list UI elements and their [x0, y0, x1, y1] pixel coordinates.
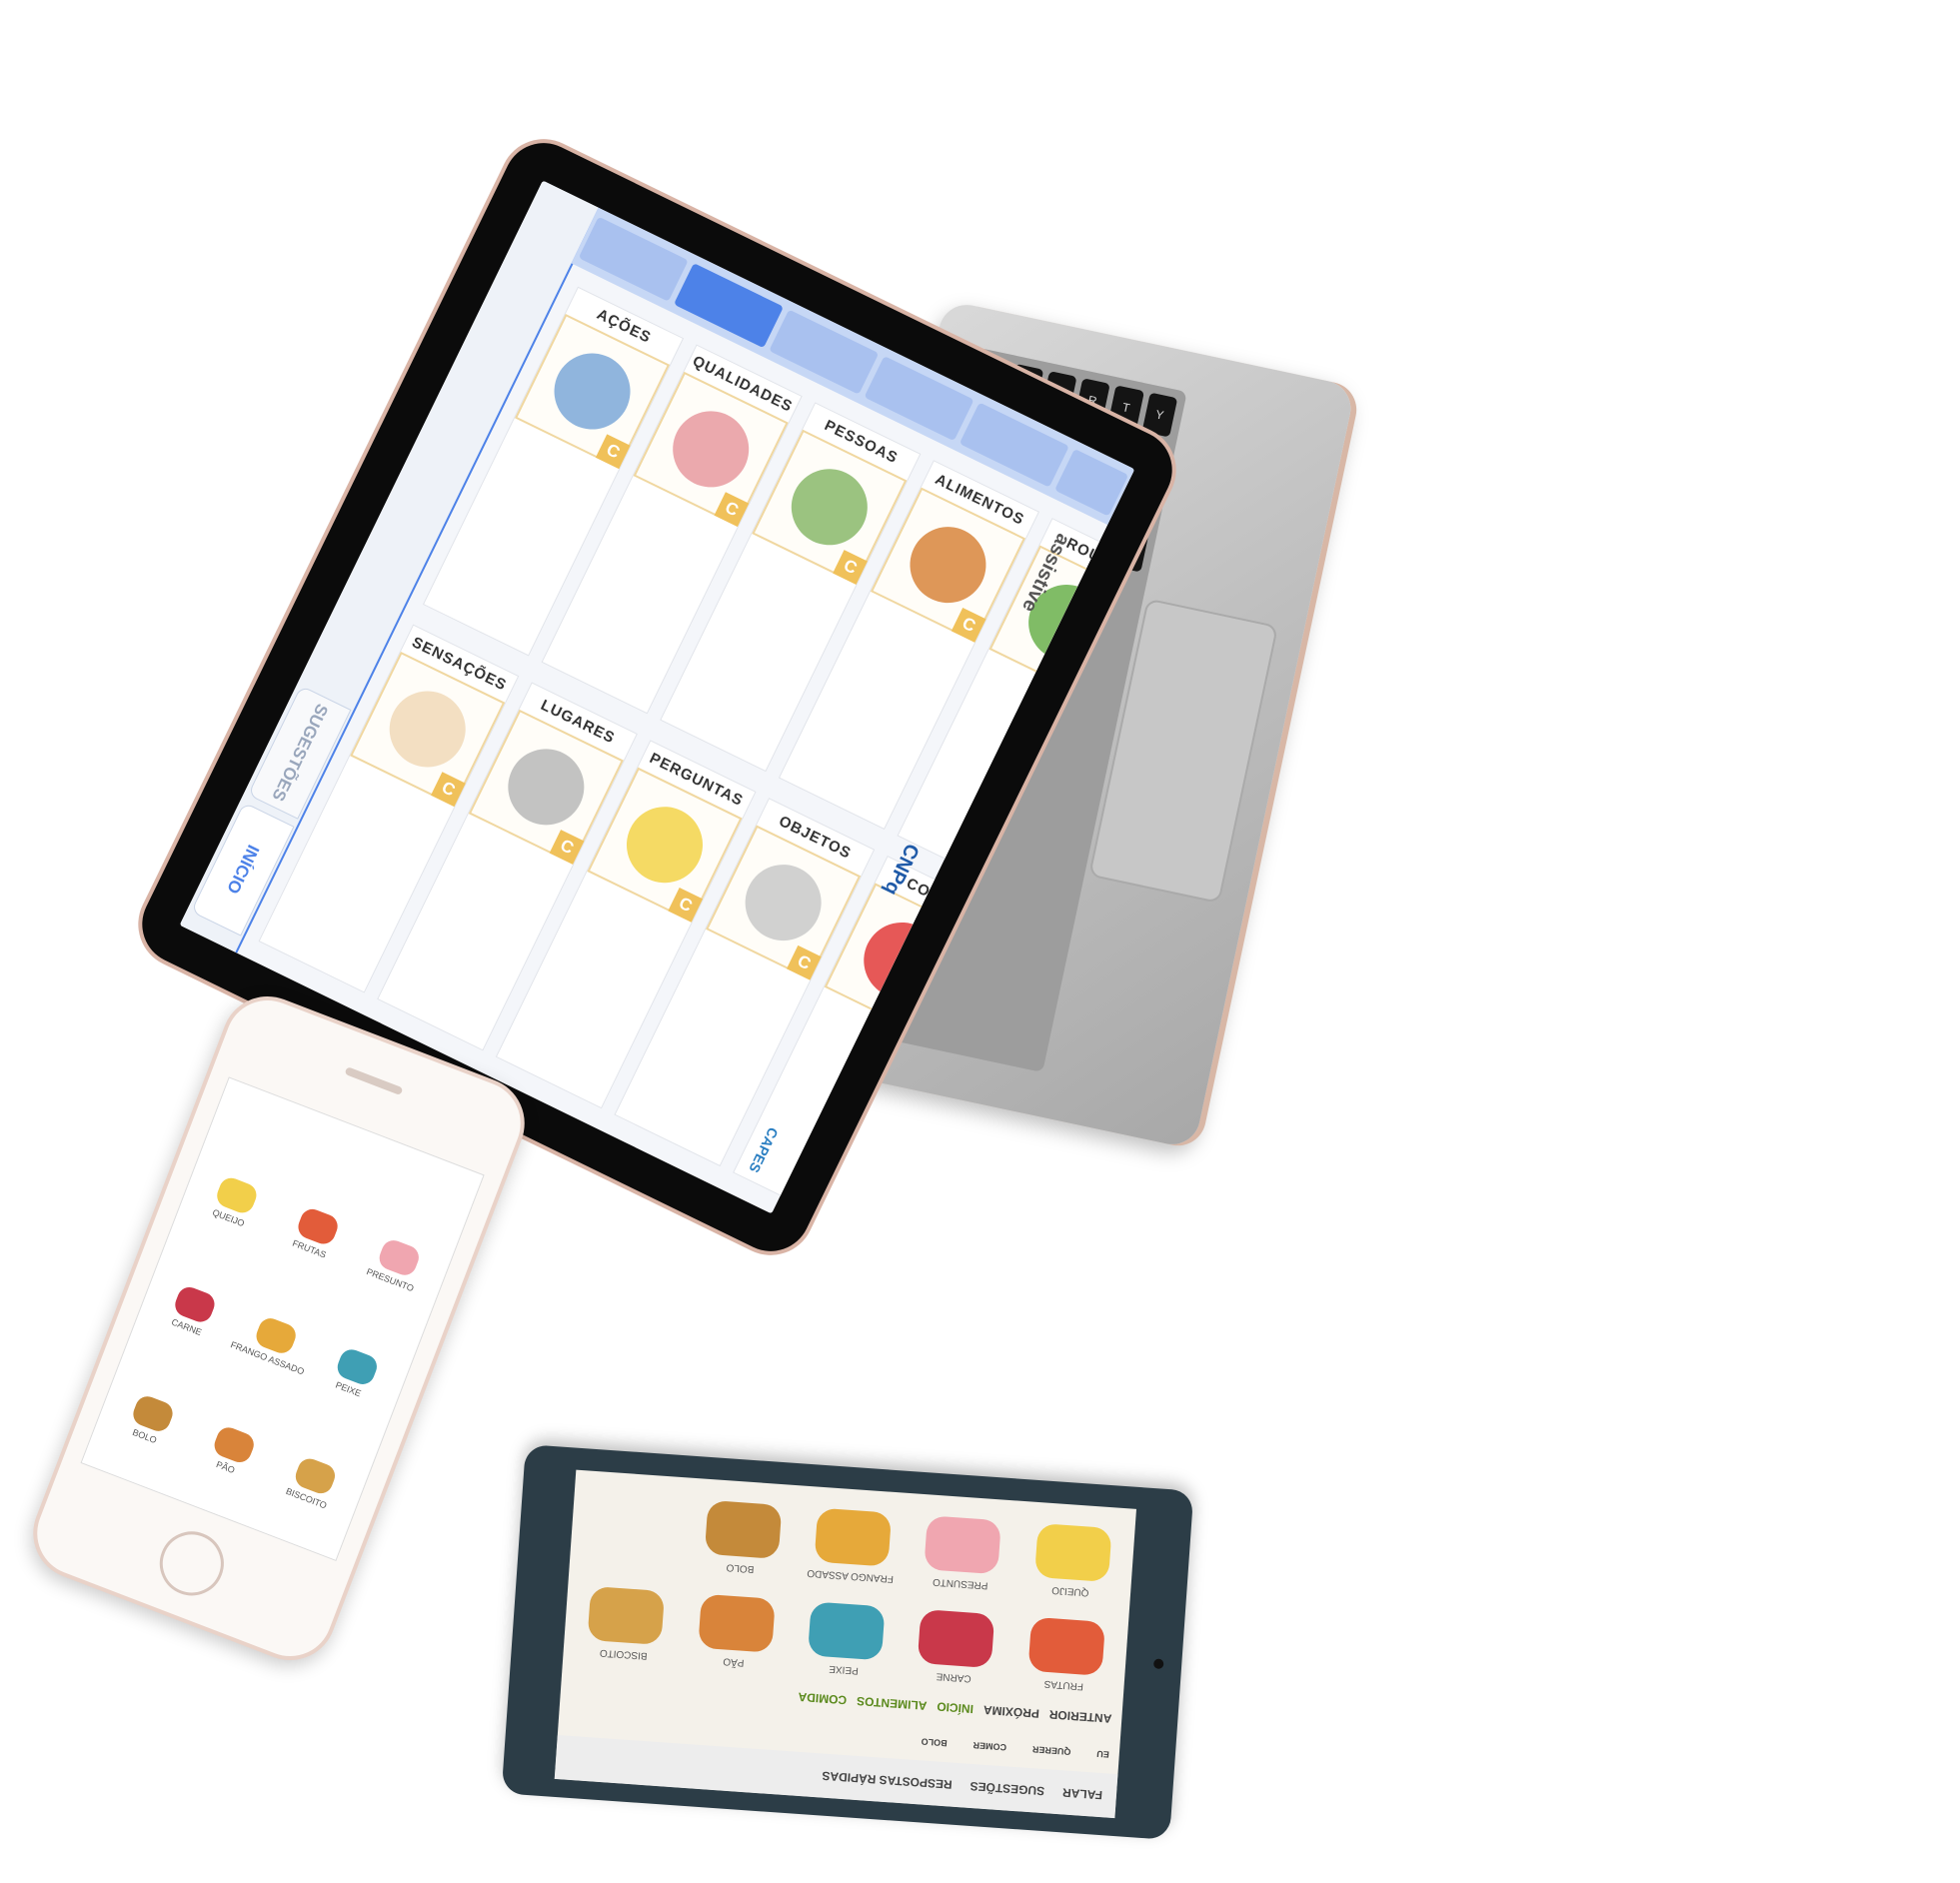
food-item[interactable]: QUEIJO [1019, 1509, 1125, 1600]
suggestions-button[interactable]: SUGESTÕES [970, 1779, 1044, 1798]
speak-button[interactable]: FALAR [1062, 1785, 1103, 1802]
category-badge: C [668, 887, 704, 923]
food-label: FRANGO ASSADO [807, 1567, 895, 1585]
tablet-item-grid: FRUTAS CARNE PEIXE PÃO BISCOITO QUEIJO PRESUNT… [573, 1478, 1125, 1693]
toolbar-button-5[interactable] [1054, 448, 1129, 517]
food-item[interactable]: CARNE [904, 1595, 1009, 1686]
sentence-word: BOLO [921, 1736, 949, 1749]
food-label: FRUTAS [1043, 1677, 1084, 1692]
sentence-word: EU [1095, 1748, 1110, 1760]
food-label: QUEIJO [1050, 1584, 1089, 1598]
food-image [918, 1609, 995, 1669]
phone-speaker [344, 1066, 404, 1096]
food-image [697, 1593, 776, 1653]
category-pictogram [733, 851, 835, 953]
food-item[interactable]: BISCOITO [573, 1572, 679, 1663]
category-pictogram [614, 793, 717, 896]
category-badge: C [833, 550, 868, 585]
food-image [924, 1515, 1002, 1575]
category-pictogram [495, 736, 598, 838]
category-badge: C [714, 492, 750, 527]
phone-home-button[interactable] [150, 1522, 234, 1605]
category-pictogram [660, 398, 762, 501]
category-badge: C [431, 771, 467, 807]
logo-cnpq: CNPq [879, 840, 924, 900]
sentence-word: COMER [973, 1740, 1007, 1753]
food-label: CARNE [936, 1670, 973, 1684]
category-pictogram [897, 514, 999, 616]
category-pictogram [377, 678, 479, 780]
key[interactable]: Y [1141, 392, 1178, 438]
food-image [1033, 1523, 1112, 1583]
previous-button[interactable]: ANTERIOR [1048, 1707, 1111, 1725]
food-item[interactable]: BOLO [690, 1486, 796, 1577]
food-label: BOLO [726, 1561, 755, 1575]
next-button[interactable]: PRÓXIMA [982, 1703, 1039, 1721]
category-pictogram [541, 340, 644, 443]
food-label: BISCOITO [599, 1646, 648, 1662]
category-badge: C [549, 829, 585, 865]
category-pictogram [779, 456, 881, 559]
food-image [807, 1601, 886, 1661]
breadcrumb-inicio[interactable]: INÍCIO [937, 1699, 975, 1716]
food-label: PÃO [215, 1458, 237, 1475]
food-item[interactable]: PÃO [684, 1580, 790, 1671]
toolbar-button-2[interactable] [769, 309, 880, 395]
food-label: PEIXE [829, 1662, 860, 1676]
tablet-camera [1152, 1658, 1164, 1670]
quick-replies-button[interactable]: RESPOSTAS RÁPIDAS [822, 1769, 953, 1792]
logo-assistive: assistive [1016, 530, 1074, 616]
food-item[interactable]: PEIXE [794, 1587, 900, 1678]
food-label: PRESUNTO [932, 1575, 988, 1591]
food-item[interactable]: FRUTAS [1013, 1603, 1119, 1694]
toolbar-button-3[interactable] [864, 356, 975, 442]
tablet-screen: FALAR SUGESTÕES RESPOSTAS RÁPIDAS EU QUE… [554, 1469, 1136, 1819]
food-image [1027, 1616, 1105, 1676]
tablet-mockup: FALAR SUGESTÕES RESPOSTAS RÁPIDAS EU QUE… [501, 1444, 1194, 1840]
breadcrumb-comida[interactable]: COMIDA [798, 1690, 848, 1707]
toolbar-button-1[interactable] [578, 216, 689, 302]
food-label: PÃO [723, 1655, 745, 1668]
food-image [704, 1499, 783, 1559]
sentence-word: QUERER [1031, 1744, 1071, 1757]
food-item[interactable]: PRESUNTO [910, 1501, 1015, 1592]
food-image [587, 1585, 666, 1646]
category-badge: C [595, 434, 631, 470]
logo-capes: CAPES [746, 1124, 782, 1175]
toolbar-button-4[interactable] [959, 402, 1069, 488]
breadcrumb-alimentos[interactable]: ALIMENTOS [857, 1694, 928, 1713]
food-image [814, 1507, 893, 1567]
toolbar-button-active[interactable] [673, 263, 785, 349]
food-item[interactable]: FRANGO ASSADO [800, 1494, 906, 1585]
